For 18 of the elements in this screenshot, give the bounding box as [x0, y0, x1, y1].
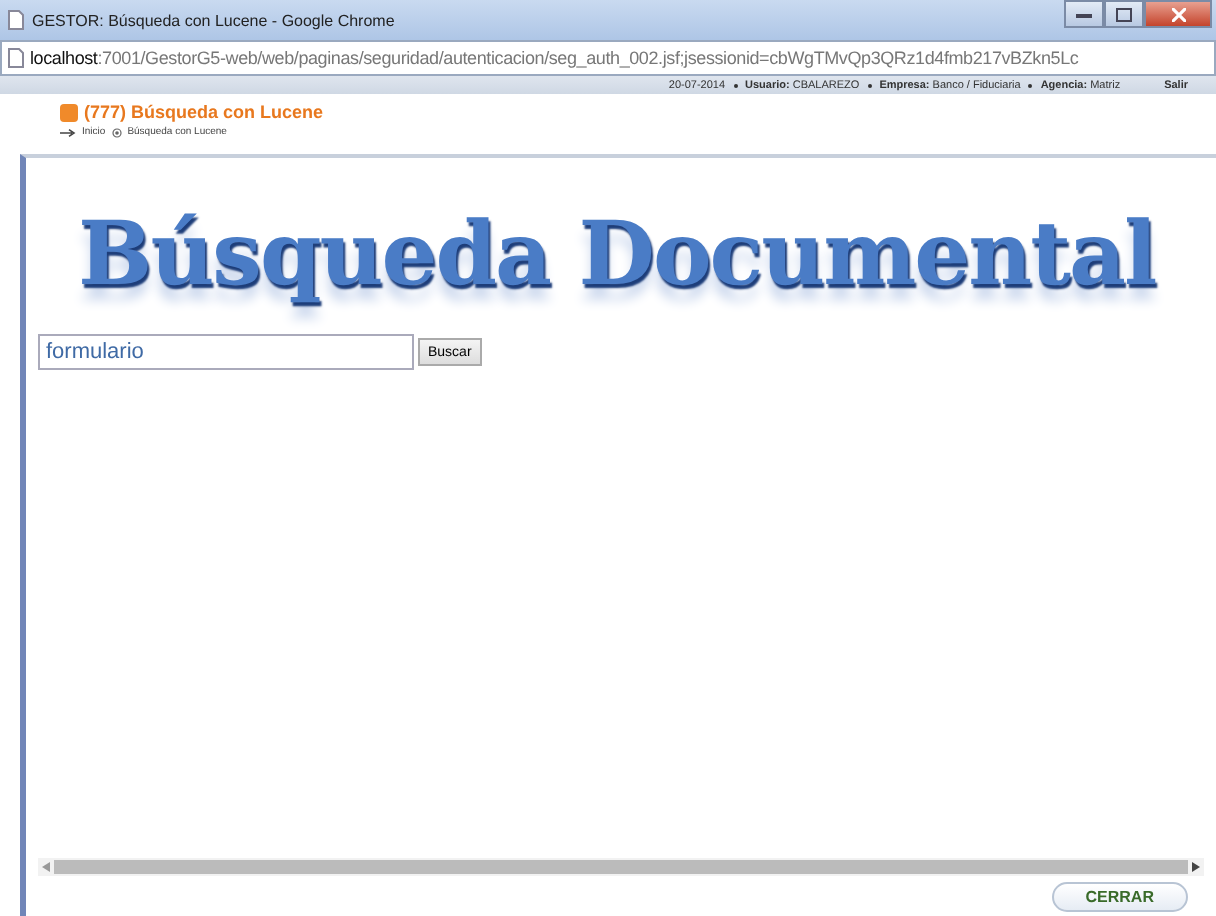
banner-title: Búsqueda Documental [78, 206, 1156, 306]
scroll-right-icon[interactable] [1192, 862, 1200, 872]
maximize-icon [1116, 7, 1132, 21]
minimize-button[interactable] [1064, 0, 1104, 28]
module-icon [60, 103, 78, 121]
window-title: GESTOR: Búsqueda con Lucene - Google Chrome [32, 11, 395, 29]
address-bar[interactable]: localhost:7001/GestorG5-web/web/paginas/seguridad/autenticacion/seg_auth_002.jsf;jsessionid=cbWgTMvQp3QRz1d4fmb217vBZkn5Lc [0, 40, 1216, 76]
close-page-button[interactable]: CERRAR [1051, 881, 1188, 911]
arrow-icon [60, 127, 76, 137]
search-field[interactable]: formulario [38, 334, 414, 370]
target-icon [111, 127, 122, 137]
horizontal-scrollbar[interactable] [38, 858, 1204, 876]
maximize-button[interactable] [1104, 0, 1144, 28]
close-icon [1171, 7, 1185, 21]
close-button[interactable] [1144, 0, 1212, 28]
page-title: (777) Búsqueda con Lucene [84, 102, 324, 122]
scroll-left-icon[interactable] [42, 862, 50, 872]
minimize-icon [1076, 10, 1092, 18]
